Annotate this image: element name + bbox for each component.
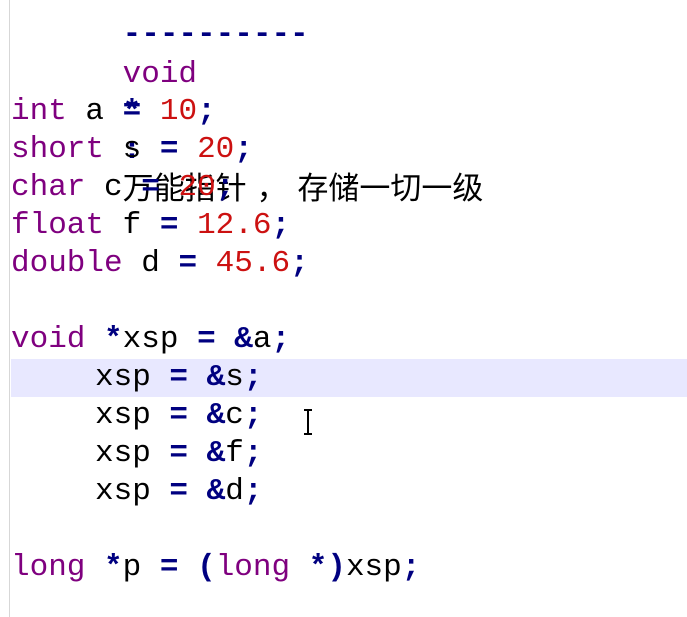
number-literal: 20 (197, 132, 235, 167)
identifier: xsp (345, 550, 402, 585)
code-line: int a = 10; (11, 93, 687, 131)
operator: & (206, 360, 226, 395)
semicolon: ; (243, 474, 263, 509)
operator: = (169, 474, 189, 509)
semicolon: ; (401, 550, 421, 585)
type-keyword: short (11, 132, 105, 167)
operator: = (197, 322, 216, 357)
number-literal: 45.6 (215, 246, 291, 281)
code-editor[interactable]: ---------- void * : 万能指针 ， 存储一切一级 int a … (0, 0, 687, 617)
code-line-current: xsp = &s; (11, 359, 687, 397)
operator: = (159, 208, 179, 243)
operator: = (141, 170, 160, 205)
operator: & (206, 398, 226, 433)
code-line: xsp = &f; (11, 435, 687, 473)
semicolon: ; (290, 246, 309, 281)
type-keyword: double (11, 246, 123, 281)
operator: = (178, 246, 198, 281)
keyword: void (122, 57, 198, 92)
code-line: void *xsp = &a; (11, 321, 687, 359)
operator: * (104, 550, 123, 585)
semicolon: ; (234, 132, 253, 167)
code-area[interactable]: ---------- void * : 万能指针 ， 存储一切一级 int a … (11, 0, 687, 617)
identifier: c (104, 170, 123, 205)
type-keyword: int (11, 94, 67, 129)
semicolon: ; (243, 398, 263, 433)
identifier: p (122, 550, 142, 585)
semicolon: ; (243, 436, 263, 471)
identifier: f (225, 436, 244, 471)
operator: & (234, 322, 253, 357)
operator: = (169, 360, 189, 395)
operator: = (169, 436, 189, 471)
semicolon: ; (243, 360, 263, 395)
type-keyword: float (11, 208, 105, 243)
code-line: long *p = (long *)xsp; (11, 549, 687, 587)
number-literal: 20 (178, 170, 216, 205)
identifier: c (225, 398, 244, 433)
operator: ( (197, 550, 216, 585)
operator: * (308, 550, 328, 585)
operator: & (206, 436, 226, 471)
operator: = (159, 550, 179, 585)
semicolon: ; (271, 322, 291, 357)
type-keyword: long (215, 550, 291, 585)
separator-line: ---------- (11, 0, 687, 52)
operator: * (104, 322, 123, 357)
code-line: double d = 45.6; (11, 245, 687, 283)
editor-gutter-divider (9, 0, 10, 617)
type-keyword: char (11, 170, 86, 205)
number-literal: 12.6 (197, 208, 272, 243)
code-line: short s = 20; (11, 131, 687, 169)
identifier: d (141, 246, 160, 281)
identifier: xsp (95, 436, 151, 471)
operator: = (169, 398, 189, 433)
number-literal: 10 (159, 94, 198, 129)
identifier: a (252, 322, 272, 357)
code-line: char c = 20; (11, 169, 687, 207)
operator: = (159, 132, 179, 167)
code-line: xsp = &d; (11, 473, 687, 511)
identifier: xsp (95, 360, 151, 395)
identifier: a (85, 94, 105, 129)
header-comment-line: void * : 万能指针 ， 存储一切一级 (11, 18, 687, 207)
identifier: s (225, 360, 244, 395)
type-keyword: void (11, 322, 86, 357)
operator: = (122, 94, 142, 129)
identifier: s (122, 132, 142, 167)
semicolon: ; (215, 170, 235, 205)
code-line: xsp = &c; (11, 397, 687, 435)
operator: ) (327, 550, 346, 585)
code-line: float f = 12.6; (11, 207, 687, 245)
semicolon: ; (271, 208, 291, 243)
identifier: xsp (95, 474, 151, 509)
identifier: xsp (122, 322, 179, 357)
identifier: f (122, 208, 142, 243)
operator: & (206, 474, 226, 509)
semicolon: ; (197, 94, 216, 129)
identifier: d (225, 474, 244, 509)
type-keyword: long (11, 550, 86, 585)
text-cursor-icon (304, 409, 312, 435)
identifier: xsp (95, 398, 151, 433)
